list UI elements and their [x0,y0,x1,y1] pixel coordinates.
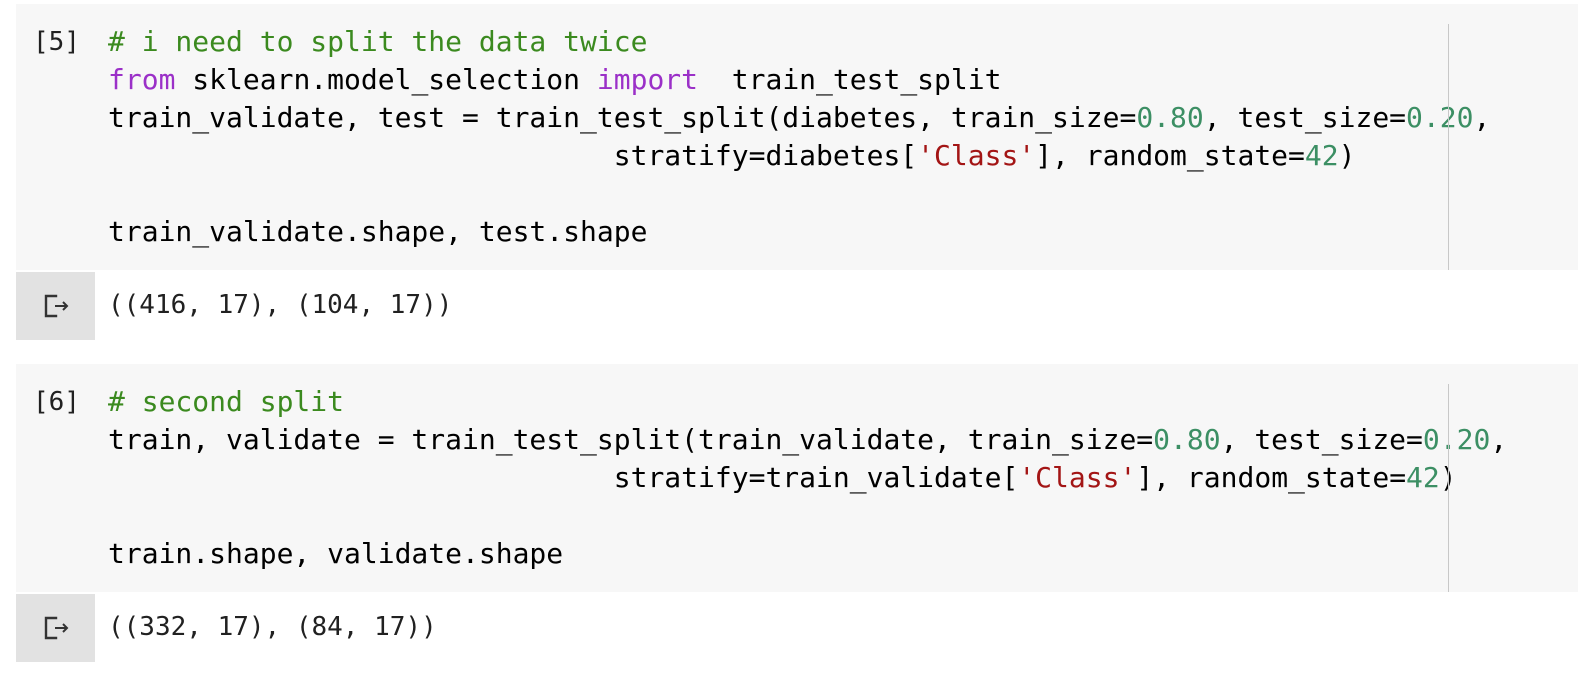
code-token-plain: sklearn.model_selection [175,63,597,96]
line-length-ruler [1448,384,1449,592]
code-token-number: 0.20 [1422,423,1491,456]
code-token-number: 0.20 [1406,101,1474,134]
code-line: train_validate, test = train_test_split(… [108,99,1490,137]
code-token-plain: train_test_split [698,63,1002,96]
code-token-comment: # i need to split the data twice [108,25,648,58]
code-token-plain: ], random_state= [1035,139,1305,172]
line-length-ruler [1448,24,1449,270]
code-token-plain: stratify=train_validate[ [108,461,1019,494]
output-icon-button[interactable] [16,272,95,340]
code-line: stratify=diabetes['Class'], random_state… [108,137,1356,175]
output-text: ((416, 17), (104, 17)) [108,290,453,320]
code-token-plain: train, validate = train_test_split(train… [108,423,1154,456]
code-token-number: 0.80 [1136,101,1204,134]
code-line: # i need to split the data twice [108,23,647,61]
code-token-number: 42 [1406,461,1440,494]
code-token-plain: , [1473,101,1491,134]
code-token-keyword: from [108,63,176,96]
code-token-keyword: import [596,63,699,96]
code-line: train.shape, validate.shape [108,535,563,573]
code-editor[interactable]: [5] # i need to split the data twice fro… [16,4,1578,270]
code-line: stratify=train_validate['Class'], random… [108,459,1457,497]
code-token-number: 42 [1304,139,1339,172]
cell-output: ((416, 17), (104, 17)) [16,272,1578,340]
code-token-plain: ], random_state= [1136,461,1407,494]
code-token-plain: train_validate.shape, test.shape [108,215,648,248]
code-token-string: 'Class' [917,139,1036,172]
output-icon-button[interactable] [16,594,95,662]
cell-output: ((332, 17), (84, 17)) [16,594,1578,662]
code-token-plain: , test_size= [1220,423,1423,456]
code-token-plain: train.shape, validate.shape [108,537,564,570]
code-line: # second split [108,383,344,421]
code-token-plain: , [1490,423,1508,456]
code-token-plain: train_validate, test = train_test_split(… [108,101,1137,134]
code-token-plain: stratify=diabetes[ [108,139,918,172]
code-line: train_validate.shape, test.shape [108,213,647,251]
code-token-number: 0.80 [1153,423,1221,456]
execution-count: [5] [33,27,80,57]
code-token-plain: ) [1338,139,1356,172]
output-arrow-icon [44,616,69,640]
code-token-comment: # second split [108,385,345,418]
output-arrow-icon [44,294,69,318]
output-text: ((332, 17), (84, 17)) [108,612,437,642]
execution-count: [6] [33,387,80,417]
code-line: from sklearn.model_selection import trai… [108,61,1001,99]
code-token-plain: , test_size= [1203,101,1407,134]
code-editor[interactable]: [6] # second split train, validate = tra… [16,364,1578,592]
code-line: train, validate = train_test_split(train… [108,421,1507,459]
code-token-string: 'Class' [1018,461,1137,494]
